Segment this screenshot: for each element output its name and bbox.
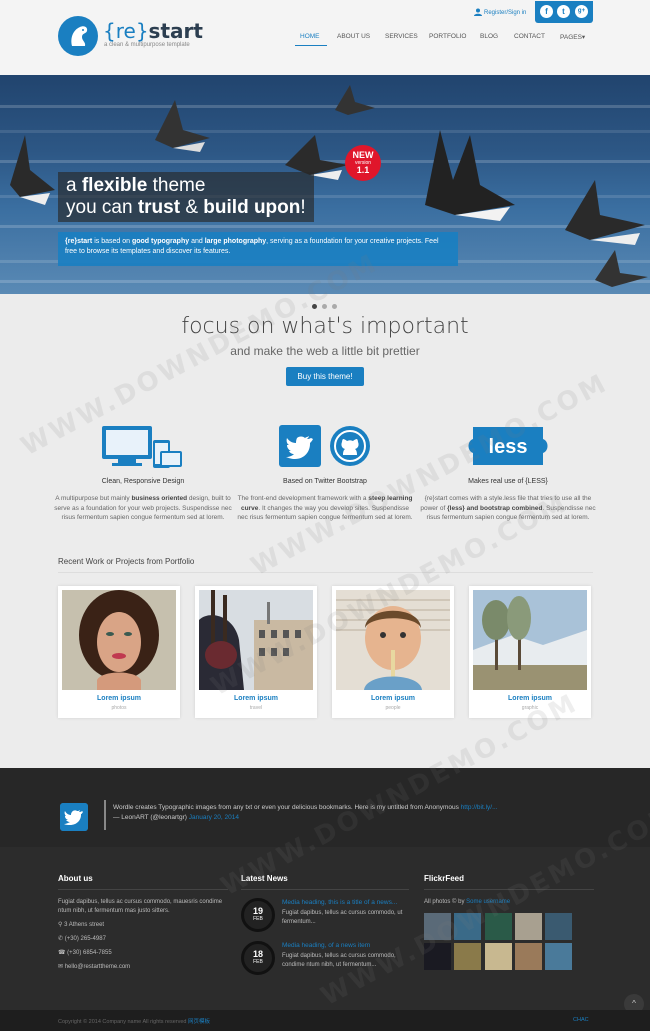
googleplus-icon[interactable]: g+ (575, 5, 588, 18)
email-line[interactable]: ✉ hello@restarttheme.com (58, 963, 130, 972)
portfolio-image (473, 590, 587, 690)
user-icon (474, 8, 482, 16)
brand-tagline: a clean & multipurpose template (104, 42, 190, 48)
portfolio-title[interactable]: Lorem ipsum (332, 695, 454, 702)
bird-image (155, 100, 210, 152)
fax-icon: ☎ (58, 950, 68, 956)
news-date: 18 FEB (241, 941, 275, 975)
devices-icon (102, 426, 182, 468)
flickr-thumb[interactable] (485, 943, 512, 970)
fax-line: ☎ (+30) 6854-7855 (58, 950, 112, 956)
portfolio-heading: Recent Work or Projects from Portfolio (58, 557, 195, 566)
nav-portfolio[interactable]: PORTFOLIO (429, 33, 466, 40)
github-icon (330, 426, 370, 466)
divider (241, 889, 409, 890)
bird-image (565, 180, 645, 245)
nav-services[interactable]: SERVICES (385, 33, 418, 40)
about-text: Fugiat dapibus, tellus ac cursus commodo… (58, 899, 223, 914)
address-line: ⚲ 3 Athens street (58, 922, 105, 928)
portfolio-title[interactable]: Lorem ipsum (58, 695, 180, 702)
news-title[interactable]: Media heading, this is a title of a news… (282, 899, 410, 906)
hero-headline: a flexible theme you can trust & build u… (58, 172, 314, 222)
tweet-date[interactable]: January 20, 2014 (189, 814, 239, 821)
flickr-thumb[interactable] (545, 943, 572, 970)
portfolio-title[interactable]: Lorem ipsum (195, 695, 317, 702)
intro-subtitle: and make the web a little bit prettier (230, 344, 420, 358)
quote-bar (104, 800, 106, 830)
portfolio-category: people (385, 705, 401, 711)
flickr-thumb[interactable] (454, 943, 481, 970)
nav-about[interactable]: ABOUT US (337, 33, 370, 40)
bird-image (335, 85, 375, 115)
portfolio-category: photos (111, 705, 127, 711)
twitter-icon[interactable] (60, 803, 88, 831)
divider (58, 572, 593, 573)
register-link[interactable]: Register/Sign in (484, 10, 526, 16)
nav-pages[interactable]: PAGES▾ (560, 33, 585, 41)
flickr-thumb[interactable] (515, 943, 542, 970)
bird-image (10, 135, 55, 205)
logo-icon[interactable] (58, 16, 98, 56)
bird-image (425, 130, 515, 221)
portfolio-image (62, 590, 176, 690)
nav-contact[interactable]: CONTACT (514, 33, 545, 40)
divider (58, 889, 228, 890)
tweet-link[interactable]: http://bit.ly/... (461, 804, 498, 811)
hero-description: {re}start is based on good typography an… (58, 232, 458, 266)
news-excerpt: Fugiat dapibus, tellus ac cursus commodo… (282, 910, 403, 925)
flickr-thumb[interactable] (515, 913, 542, 940)
slider-dot[interactable] (332, 304, 337, 309)
email-icon: ✉ (58, 964, 65, 970)
intro-title: focus on what's important (181, 314, 469, 339)
social-bar: f t g+ (535, 1, 593, 23)
flickr-thumb[interactable] (545, 913, 572, 940)
footer-right-link[interactable]: CHAC (573, 1017, 589, 1023)
nav-blog[interactable]: BLOG (480, 33, 498, 40)
phone-icon: ✆ (58, 936, 65, 942)
bird-image (595, 250, 648, 287)
footer-about-heading: About us (58, 874, 93, 883)
portfolio-card[interactable]: Lorem ipsum photos (58, 586, 180, 718)
copyright-text: Copyright © 2014 Company name All rights… (58, 1019, 211, 1025)
nav-active-indicator (295, 45, 327, 46)
twitter-icon[interactable]: t (557, 5, 570, 18)
twitter-icon (279, 425, 321, 467)
copyright-link[interactable]: 网页模板 (188, 1019, 210, 1025)
portfolio-category: travel (249, 705, 263, 711)
facebook-icon[interactable]: f (540, 5, 553, 18)
new-version-badge: NEW version 1.1 (345, 145, 381, 181)
watermark: WWW.DOWNDEMO.COM (246, 367, 614, 583)
footer-flickr-heading: FlickrFeed (424, 874, 465, 883)
phone-line: ✆ (+30) 265-4987 (58, 936, 106, 942)
feature-title: Clean, Responsive Design (101, 478, 185, 485)
feature-text: A multipurpose but mainly business orien… (54, 495, 232, 521)
nav-home[interactable]: HOME (300, 33, 320, 40)
brand-name[interactable]: {re}start (103, 19, 203, 43)
buy-theme-button[interactable]: Buy this theme! (286, 367, 364, 386)
news-date: 19 FEB (241, 898, 275, 932)
